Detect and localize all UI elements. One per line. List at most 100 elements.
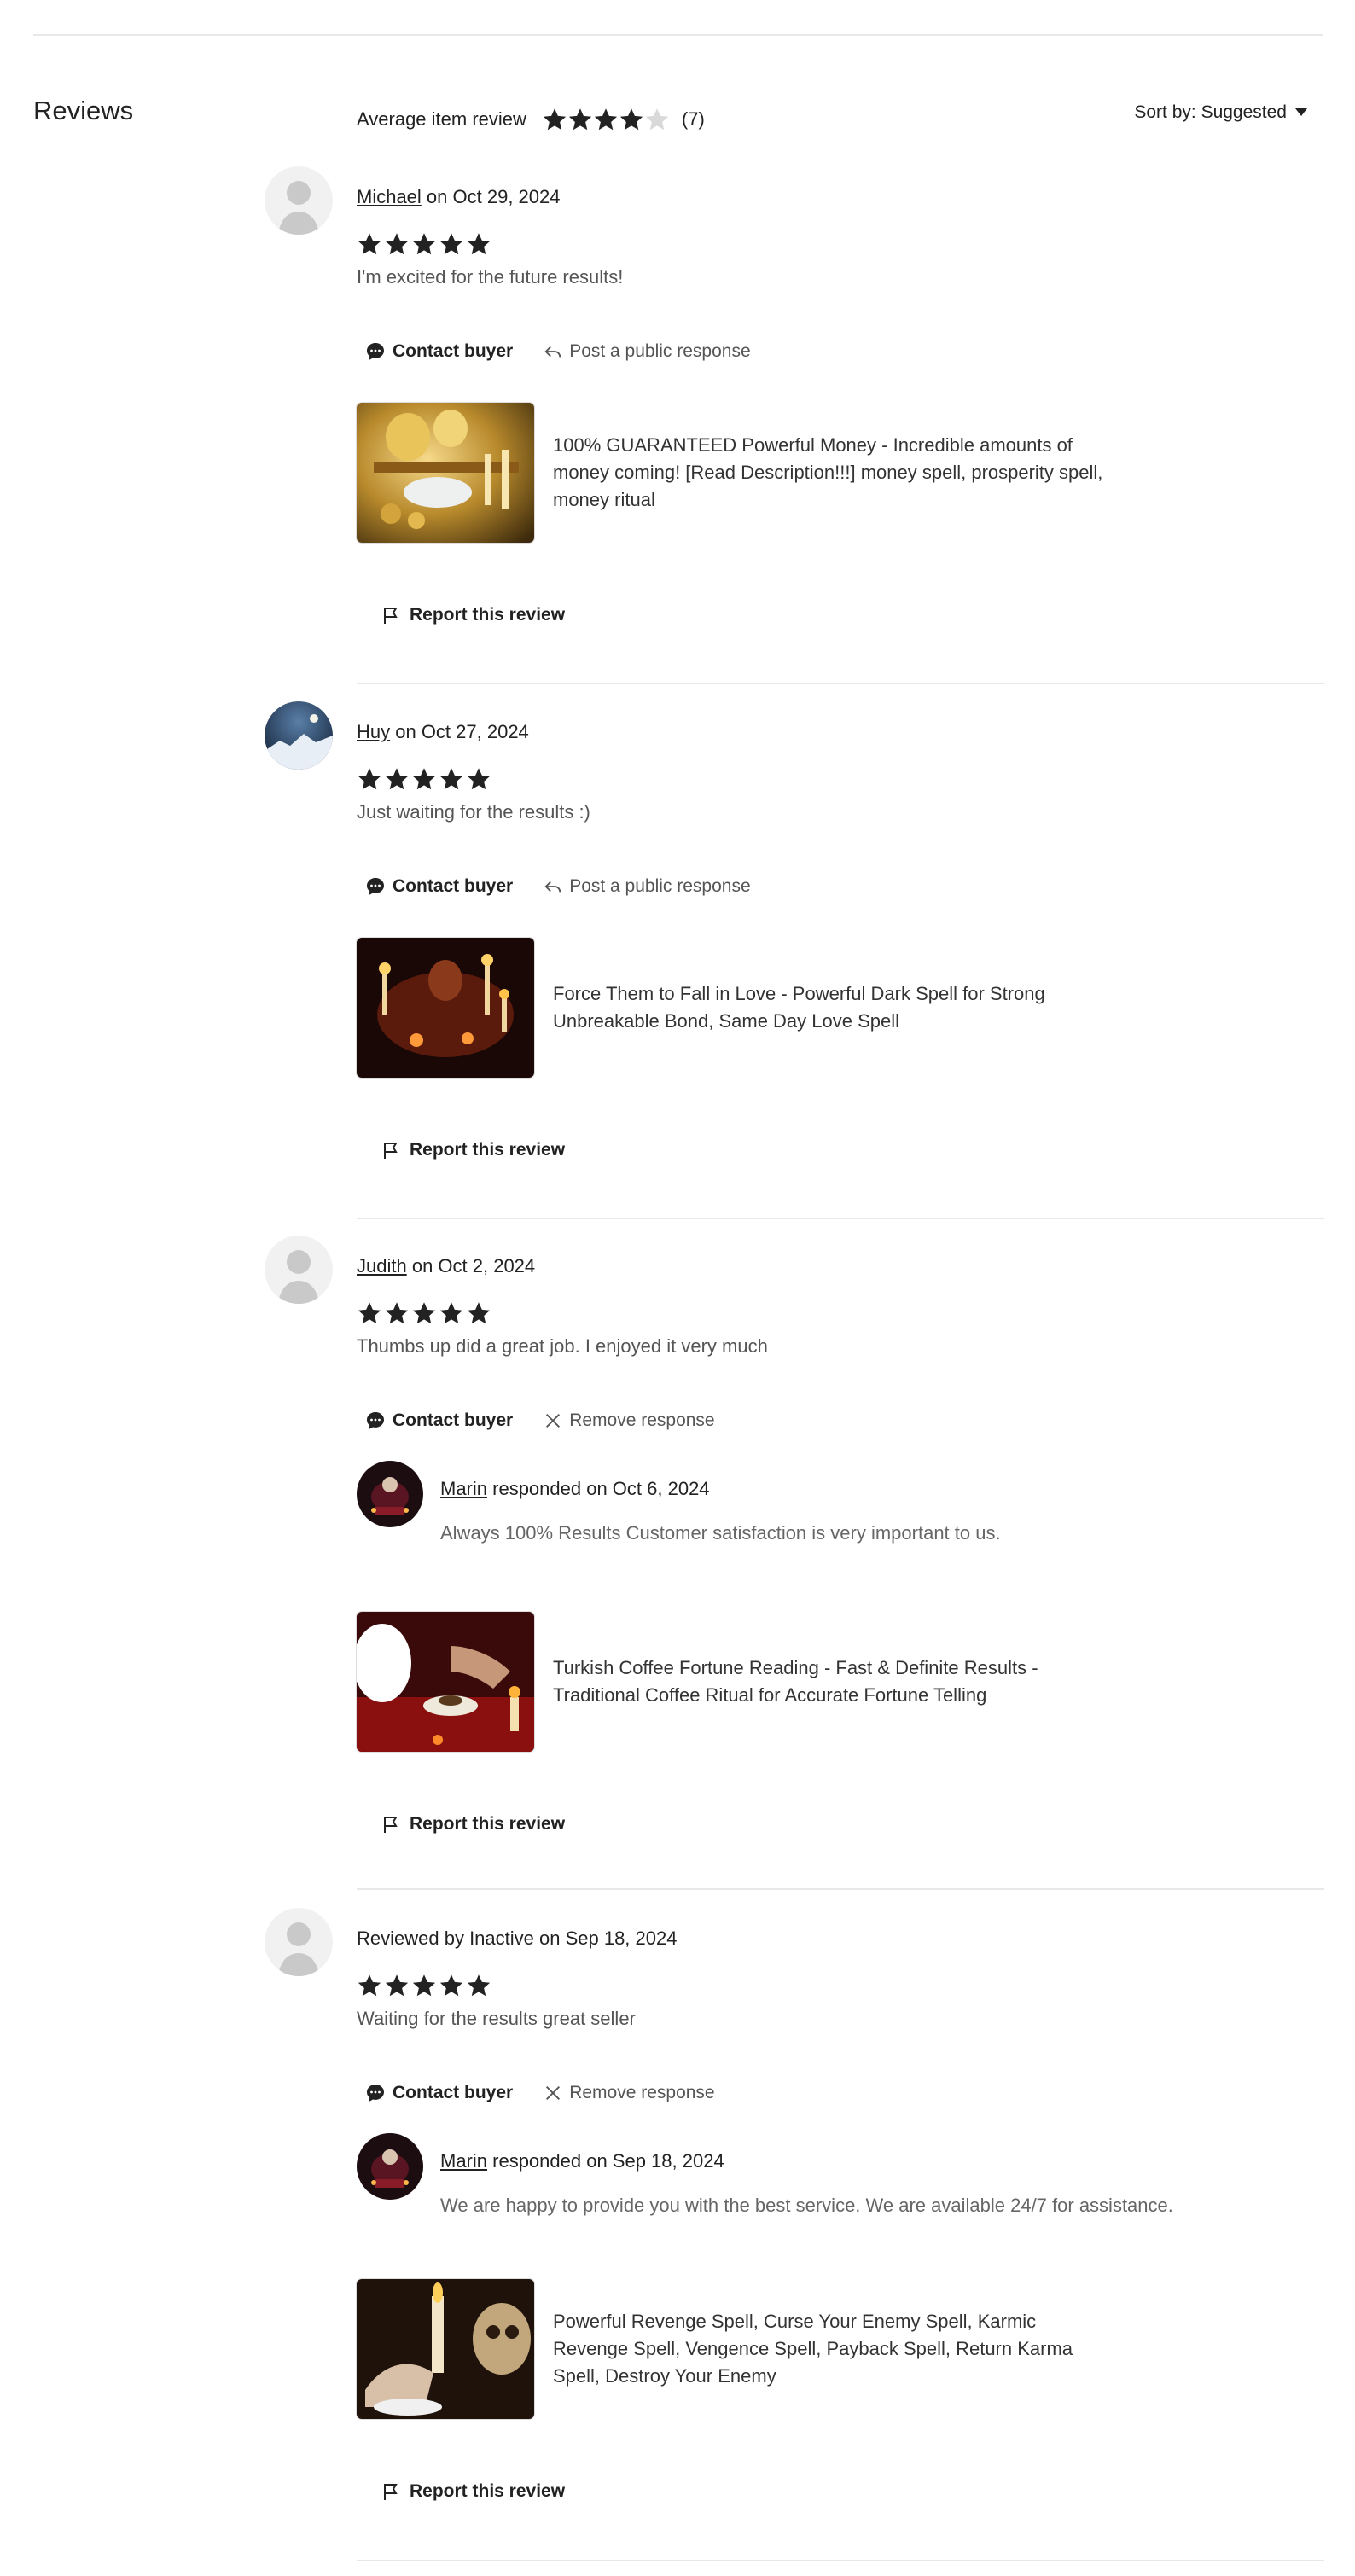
reply-arrow-icon	[544, 342, 562, 361]
reviews-title: Reviews	[33, 96, 134, 125]
review-actions: Contact buyer Post a public response	[365, 876, 751, 897]
listing-thumbnail	[357, 2279, 534, 2419]
response-message: We are happy to provide you with the bes…	[440, 2195, 1173, 2216]
report-review-link[interactable]: Report this review	[381, 605, 565, 625]
reviewer-name-link[interactable]: Michael	[357, 186, 422, 207]
listing-title: Force Them to Fall in Love - Powerful Da…	[553, 983, 1045, 1032]
review-actions: Contact buyer Post a public response	[365, 341, 751, 362]
review-text: I'm excited for the future results!	[357, 266, 624, 288]
report-review-link[interactable]: Report this review	[381, 2481, 565, 2502]
star-filled-icon	[466, 1973, 491, 1998]
review-date: on Oct 2, 2024	[406, 1255, 536, 1276]
listing-link[interactable]: Turkish Coffee Fortune Reading - Fast & …	[357, 1612, 1116, 1752]
star-filled-icon	[357, 231, 382, 257]
contact-buyer-button[interactable]: Contact buyer	[365, 2083, 513, 2103]
star-filled-icon	[384, 766, 410, 792]
review-divider	[357, 1888, 1324, 1890]
star-filled-icon	[357, 1300, 382, 1326]
star-filled-icon	[411, 1973, 437, 1998]
star-filled-icon	[439, 1973, 464, 1998]
reviewer-name-link[interactable]: Judith	[357, 1255, 407, 1276]
review-date: on Oct 29, 2024	[421, 186, 561, 207]
review-byline: Huy on Oct 27, 2024	[357, 721, 529, 743]
listing-thumbnail	[357, 403, 534, 543]
review-date: on Oct 27, 2024	[390, 721, 529, 742]
star-filled-icon	[439, 1300, 464, 1326]
star-filled-icon	[466, 766, 491, 792]
sort-dropdown[interactable]: Sort by: Suggested	[1134, 102, 1307, 123]
star-filled-icon	[384, 1300, 410, 1326]
listing-title: Turkish Coffee Fortune Reading - Fast & …	[553, 1657, 1038, 1706]
report-review-label: Report this review	[410, 1140, 566, 1160]
star-filled-icon	[593, 107, 619, 132]
reply-arrow-icon	[544, 877, 562, 896]
review-count: (7)	[681, 108, 705, 130]
report-review-link[interactable]: Report this review	[381, 1814, 565, 1835]
remove-response-label: Remove response	[569, 2083, 715, 2102]
star-filled-icon	[466, 231, 491, 257]
star-filled-icon	[357, 1973, 382, 1998]
contact-buyer-button[interactable]: Contact buyer	[365, 876, 513, 897]
chat-bubble-icon	[365, 2083, 386, 2103]
response-date: responded on Oct 6, 2024	[487, 1478, 710, 1499]
review-stars	[357, 1973, 491, 1998]
post-public-response-label: Post a public response	[569, 341, 751, 361]
review-text: Waiting for the results great seller	[357, 2008, 636, 2029]
response-byline: Marin responded on Oct 6, 2024	[440, 1478, 710, 1500]
star-filled-icon	[411, 231, 437, 257]
remove-response-button[interactable]: Remove response	[544, 1410, 715, 1431]
seller-avatar[interactable]	[357, 2133, 423, 2200]
star-filled-icon	[411, 766, 437, 792]
close-icon	[544, 1411, 562, 1430]
average-rating-stars	[542, 107, 670, 132]
listing-thumbnail	[357, 1612, 534, 1752]
review-actions: Contact buyer Remove response	[365, 2083, 715, 2103]
reviewer-avatar	[265, 1908, 333, 1976]
remove-response-button[interactable]: Remove response	[544, 2083, 715, 2103]
star-filled-icon	[384, 231, 410, 257]
review-stars	[357, 1300, 491, 1326]
average-rating-label: Average item review	[357, 108, 526, 130]
review-stars	[357, 231, 491, 257]
star-filled-icon	[357, 766, 382, 792]
seller-name-link[interactable]: Marin	[440, 1478, 487, 1499]
review-byline: Judith on Oct 2, 2024	[357, 1255, 535, 1277]
contact-buyer-button[interactable]: Contact buyer	[365, 1410, 513, 1431]
contact-buyer-label: Contact buyer	[393, 1410, 514, 1430]
report-review-link[interactable]: Report this review	[381, 1140, 565, 1160]
listing-link[interactable]: Force Them to Fall in Love - Powerful Da…	[357, 938, 1116, 1078]
review-divider	[357, 2560, 1324, 2561]
sort-label: Sort by: Suggested	[1134, 102, 1287, 122]
review-byline: Michael on Oct 29, 2024	[357, 186, 560, 208]
reviewer-avatar	[265, 701, 333, 770]
star-filled-icon	[411, 1300, 437, 1326]
response-message: Always 100% Results Customer satisfactio…	[440, 1522, 1001, 1544]
reviewer-name-link[interactable]: Huy	[357, 721, 390, 742]
report-review-label: Report this review	[410, 605, 566, 625]
post-public-response-button[interactable]: Post a public response	[544, 341, 751, 362]
contact-buyer-label: Contact buyer	[393, 341, 514, 361]
review-actions: Contact buyer Remove response	[365, 1410, 715, 1431]
listing-link[interactable]: 100% GUARANTEED Powerful Money - Incredi…	[357, 403, 1116, 543]
review-text: Just waiting for the results :)	[357, 801, 590, 823]
contact-buyer-button[interactable]: Contact buyer	[365, 341, 513, 362]
contact-buyer-label: Contact buyer	[393, 2083, 514, 2102]
seller-name-link[interactable]: Marin	[440, 2150, 487, 2172]
star-filled-icon	[542, 107, 567, 132]
top-divider	[33, 34, 1323, 36]
star-filled-icon	[619, 107, 644, 132]
flag-icon	[381, 1814, 401, 1835]
response-date: responded on Sep 18, 2024	[487, 2150, 724, 2172]
seller-avatar[interactable]	[357, 1461, 423, 1527]
contact-buyer-label: Contact buyer	[393, 876, 514, 896]
caret-down-icon	[1295, 108, 1307, 116]
listing-link[interactable]: Powerful Revenge Spell, Curse Your Enemy…	[357, 2279, 1116, 2419]
post-public-response-button[interactable]: Post a public response	[544, 876, 751, 897]
flag-icon	[381, 605, 401, 625]
chat-bubble-icon	[365, 1410, 386, 1431]
review-stars	[357, 766, 491, 792]
chat-bubble-icon	[365, 341, 386, 362]
star-filled-icon	[466, 1300, 491, 1326]
listing-title: 100% GUARANTEED Powerful Money - Incredi…	[553, 434, 1103, 510]
flag-icon	[381, 2481, 401, 2502]
